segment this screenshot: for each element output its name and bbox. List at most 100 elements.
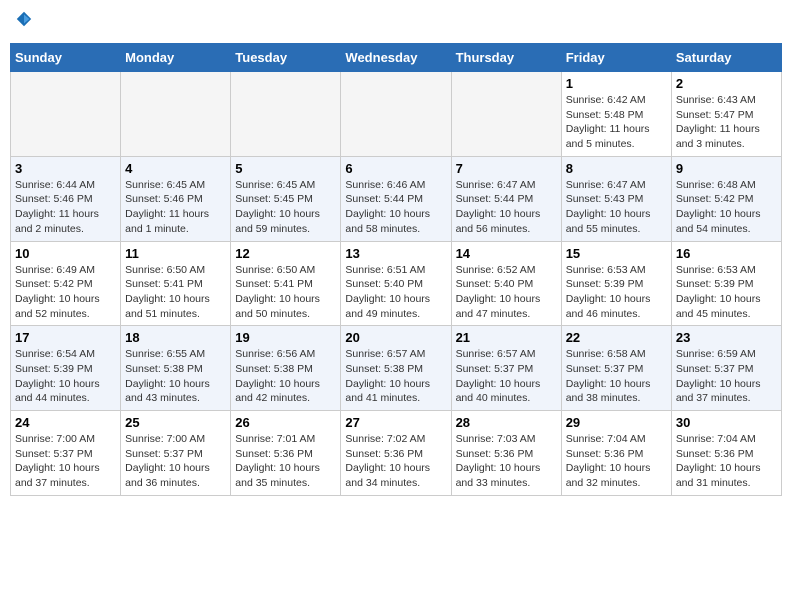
day-info: Sunrise: 6:43 AMSunset: 5:47 PMDaylight:…: [676, 93, 777, 152]
calendar-cell: 17 Sunrise: 6:54 AMSunset: 5:39 PMDayligh…: [11, 326, 121, 411]
day-info: Sunrise: 6:48 AMSunset: 5:42 PMDaylight:…: [676, 178, 777, 237]
day-number: 15: [566, 246, 667, 261]
day-info: Sunrise: 6:47 AMSunset: 5:43 PMDaylight:…: [566, 178, 667, 237]
calendar-cell: 27 Sunrise: 7:02 AMSunset: 5:36 PMDayligh…: [341, 411, 451, 496]
calendar-cell: 4 Sunrise: 6:45 AMSunset: 5:46 PMDaylight…: [121, 156, 231, 241]
day-number: 8: [566, 161, 667, 176]
day-info: Sunrise: 6:57 AMSunset: 5:37 PMDaylight:…: [456, 347, 557, 406]
logo-icon: [15, 10, 33, 28]
day-number: 19: [235, 330, 336, 345]
day-info: Sunrise: 6:57 AMSunset: 5:38 PMDaylight:…: [345, 347, 446, 406]
calendar-cell: 26 Sunrise: 7:01 AMSunset: 5:36 PMDayligh…: [231, 411, 341, 496]
calendar-cell: 9 Sunrise: 6:48 AMSunset: 5:42 PMDaylight…: [671, 156, 781, 241]
day-info: Sunrise: 7:04 AMSunset: 5:36 PMDaylight:…: [676, 432, 777, 491]
calendar-cell: 23 Sunrise: 6:59 AMSunset: 5:37 PMDayligh…: [671, 326, 781, 411]
day-number: 12: [235, 246, 336, 261]
day-number: 1: [566, 76, 667, 91]
calendar-cell: [11, 72, 121, 157]
calendar-day-header: Tuesday: [231, 44, 341, 72]
calendar-cell: 12 Sunrise: 6:50 AMSunset: 5:41 PMDayligh…: [231, 241, 341, 326]
calendar-day-header: Monday: [121, 44, 231, 72]
calendar-cell: [231, 72, 341, 157]
day-number: 11: [125, 246, 226, 261]
day-info: Sunrise: 6:54 AMSunset: 5:39 PMDaylight:…: [15, 347, 116, 406]
day-info: Sunrise: 7:01 AMSunset: 5:36 PMDaylight:…: [235, 432, 336, 491]
calendar-cell: 29 Sunrise: 7:04 AMSunset: 5:36 PMDayligh…: [561, 411, 671, 496]
day-number: 18: [125, 330, 226, 345]
day-number: 10: [15, 246, 116, 261]
day-number: 7: [456, 161, 557, 176]
day-info: Sunrise: 6:53 AMSunset: 5:39 PMDaylight:…: [676, 263, 777, 322]
day-info: Sunrise: 7:02 AMSunset: 5:36 PMDaylight:…: [345, 432, 446, 491]
day-number: 29: [566, 415, 667, 430]
day-number: 27: [345, 415, 446, 430]
day-number: 17: [15, 330, 116, 345]
day-info: Sunrise: 6:42 AMSunset: 5:48 PMDaylight:…: [566, 93, 667, 152]
calendar-table: SundayMondayTuesdayWednesdayThursdayFrid…: [10, 43, 782, 496]
calendar-cell: 19 Sunrise: 6:56 AMSunset: 5:38 PMDayligh…: [231, 326, 341, 411]
day-info: Sunrise: 6:56 AMSunset: 5:38 PMDaylight:…: [235, 347, 336, 406]
day-info: Sunrise: 6:49 AMSunset: 5:42 PMDaylight:…: [15, 263, 116, 322]
calendar-cell: 6 Sunrise: 6:46 AMSunset: 5:44 PMDaylight…: [341, 156, 451, 241]
day-info: Sunrise: 6:51 AMSunset: 5:40 PMDaylight:…: [345, 263, 446, 322]
calendar-cell: 14 Sunrise: 6:52 AMSunset: 5:40 PMDayligh…: [451, 241, 561, 326]
day-number: 4: [125, 161, 226, 176]
calendar-cell: 10 Sunrise: 6:49 AMSunset: 5:42 PMDayligh…: [11, 241, 121, 326]
calendar-day-header: Wednesday: [341, 44, 451, 72]
day-info: Sunrise: 6:45 AMSunset: 5:45 PMDaylight:…: [235, 178, 336, 237]
calendar-cell: 7 Sunrise: 6:47 AMSunset: 5:44 PMDaylight…: [451, 156, 561, 241]
day-number: 6: [345, 161, 446, 176]
day-number: 30: [676, 415, 777, 430]
calendar-cell: 28 Sunrise: 7:03 AMSunset: 5:36 PMDayligh…: [451, 411, 561, 496]
calendar-cell: 21 Sunrise: 6:57 AMSunset: 5:37 PMDayligh…: [451, 326, 561, 411]
day-number: 23: [676, 330, 777, 345]
calendar-cell: [341, 72, 451, 157]
day-info: Sunrise: 7:04 AMSunset: 5:36 PMDaylight:…: [566, 432, 667, 491]
day-number: 20: [345, 330, 446, 345]
calendar-cell: 13 Sunrise: 6:51 AMSunset: 5:40 PMDayligh…: [341, 241, 451, 326]
day-number: 5: [235, 161, 336, 176]
day-number: 13: [345, 246, 446, 261]
calendar-cell: 5 Sunrise: 6:45 AMSunset: 5:45 PMDaylight…: [231, 156, 341, 241]
day-info: Sunrise: 7:00 AMSunset: 5:37 PMDaylight:…: [15, 432, 116, 491]
calendar-day-header: Saturday: [671, 44, 781, 72]
calendar-cell: 30 Sunrise: 7:04 AMSunset: 5:36 PMDayligh…: [671, 411, 781, 496]
day-number: 9: [676, 161, 777, 176]
day-number: 3: [15, 161, 116, 176]
calendar-day-header: Friday: [561, 44, 671, 72]
day-info: Sunrise: 6:55 AMSunset: 5:38 PMDaylight:…: [125, 347, 226, 406]
calendar-cell: 25 Sunrise: 7:00 AMSunset: 5:37 PMDayligh…: [121, 411, 231, 496]
calendar-cell: 2Sunrise: 6:43 AMSunset: 5:47 PMDaylight…: [671, 72, 781, 157]
calendar-cell: 8 Sunrise: 6:47 AMSunset: 5:43 PMDaylight…: [561, 156, 671, 241]
calendar-cell: 1 Sunrise: 6:42 AMSunset: 5:48 PMDaylight…: [561, 72, 671, 157]
day-info: Sunrise: 7:00 AMSunset: 5:37 PMDaylight:…: [125, 432, 226, 491]
day-number: 26: [235, 415, 336, 430]
day-info: Sunrise: 6:53 AMSunset: 5:39 PMDaylight:…: [566, 263, 667, 322]
day-number: 25: [125, 415, 226, 430]
calendar-cell: [451, 72, 561, 157]
page-header: [10, 10, 782, 33]
calendar-day-header: Thursday: [451, 44, 561, 72]
calendar-cell: 18 Sunrise: 6:55 AMSunset: 5:38 PMDayligh…: [121, 326, 231, 411]
day-info: Sunrise: 6:59 AMSunset: 5:37 PMDaylight:…: [676, 347, 777, 406]
day-info: Sunrise: 6:47 AMSunset: 5:44 PMDaylight:…: [456, 178, 557, 237]
calendar-header-row: SundayMondayTuesdayWednesdayThursdayFrid…: [11, 44, 782, 72]
calendar-cell: 24 Sunrise: 7:00 AMSunset: 5:37 PMDayligh…: [11, 411, 121, 496]
calendar-cell: 15 Sunrise: 6:53 AMSunset: 5:39 PMDayligh…: [561, 241, 671, 326]
day-info: Sunrise: 6:50 AMSunset: 5:41 PMDaylight:…: [235, 263, 336, 322]
day-info: Sunrise: 6:44 AMSunset: 5:46 PMDaylight:…: [15, 178, 116, 237]
day-info: Sunrise: 6:46 AMSunset: 5:44 PMDaylight:…: [345, 178, 446, 237]
day-info: Sunrise: 6:45 AMSunset: 5:46 PMDaylight:…: [125, 178, 226, 237]
day-info: Sunrise: 6:58 AMSunset: 5:37 PMDaylight:…: [566, 347, 667, 406]
calendar-cell: 3 Sunrise: 6:44 AMSunset: 5:46 PMDaylight…: [11, 156, 121, 241]
day-number: 28: [456, 415, 557, 430]
calendar-day-header: Sunday: [11, 44, 121, 72]
day-number: 21: [456, 330, 557, 345]
calendar-cell: 22Sunrise: 6:58 AMSunset: 5:37 PMDayligh…: [561, 326, 671, 411]
day-number: 14: [456, 246, 557, 261]
day-number: 24: [15, 415, 116, 430]
logo: [15, 10, 35, 33]
day-info: Sunrise: 6:50 AMSunset: 5:41 PMDaylight:…: [125, 263, 226, 322]
day-info: Sunrise: 6:52 AMSunset: 5:40 PMDaylight:…: [456, 263, 557, 322]
day-info: Sunrise: 7:03 AMSunset: 5:36 PMDaylight:…: [456, 432, 557, 491]
